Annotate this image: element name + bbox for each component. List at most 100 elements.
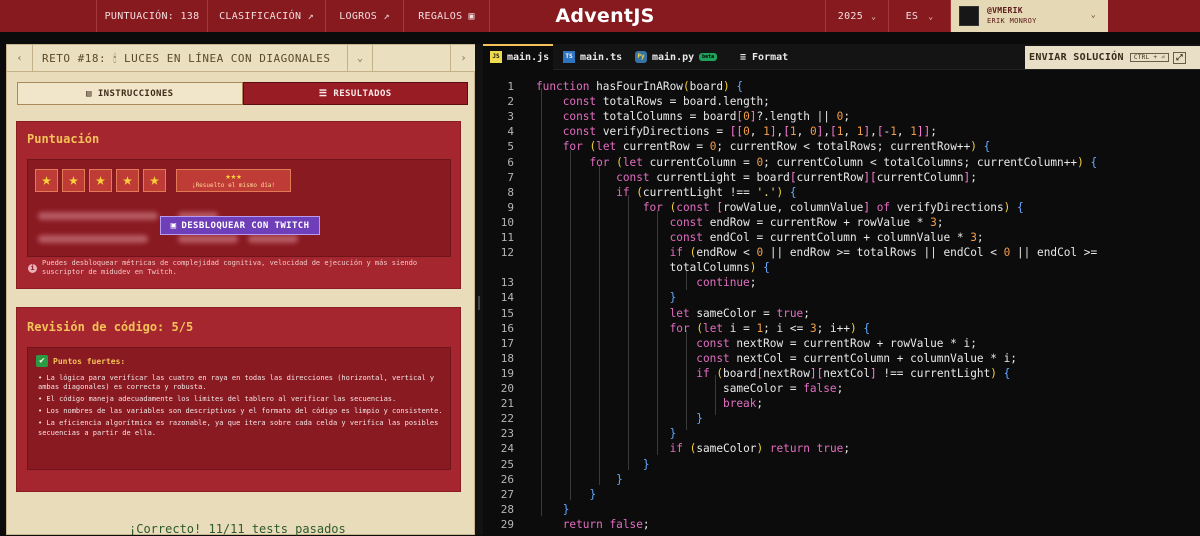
locked-metric [248,235,298,243]
code-line[interactable]: } [536,427,677,440]
tab-results-label: RESULTADOS [333,88,392,99]
document-icon: ▤ [86,88,92,99]
badge-label: ¡Resuelto el mismo día! [191,182,276,189]
line-number: 14 [500,291,514,305]
year-select[interactable]: 2025 ⌄ [825,0,889,32]
challenge-header: ‹ RETO #18: 🕯 LUCES EN LÍNEA CON DIAGONA… [7,45,476,72]
locked-metric [178,235,238,243]
code-line[interactable]: const endRow = currentRow + rowValue * 3… [536,216,944,229]
panel-splitter[interactable] [475,44,483,535]
line-number: 25 [500,457,514,471]
code-line[interactable]: if (currentLight !== '.') { [536,186,796,199]
code-line[interactable]: const nextCol = currentColumn + columnVa… [536,352,1017,365]
tab-instructions[interactable]: ▤ INSTRUCCIONES [17,82,243,105]
line-number: 19 [500,366,514,380]
code-line[interactable]: const nextRow = currentRow + rowValue * … [536,337,977,350]
keyboard-shortcut: CTRL + ⏎ [1129,53,1170,62]
tab-main-js[interactable]: JS main.js [490,44,549,70]
achievements-link[interactable]: LOGROS ↗ [326,0,404,32]
code-line[interactable]: if (sameColor) return true; [536,442,850,455]
star-icon: ★ [143,169,166,192]
language-select[interactable]: ES ⌄ [889,0,951,32]
score-link[interactable]: PUNTUACIÓN: 138 [96,0,208,32]
unlock-twitch-button[interactable]: ▣ DESBLOQUEAR CON TWITCH [160,216,320,235]
score-card: Puntuación ★ ★ ★ ★ ★ ★★★ ¡Resuelto el mi… [16,121,461,289]
same-day-badge: ★★★ ¡Resuelto el mismo día! [176,169,291,192]
gift-icon: ▣ [468,10,475,22]
tab-results[interactable]: ☰ RESULTADOS [242,82,468,105]
prev-challenge-button[interactable]: ‹ [7,45,33,72]
code-line[interactable]: } [536,412,703,425]
code-line[interactable]: break; [536,397,763,410]
code-editor: JS main.js TS main.ts Py main.py beta ≡ … [483,44,1200,535]
language-value: ES [905,10,919,22]
submit-solution-button[interactable]: ENVIAR SOLUCIÓN CTRL + ⏎ ⤢ [1025,46,1200,69]
code-line[interactable]: for (let i = 1; i <= 3; i++) { [536,322,871,335]
left-panel: ‹ RETO #18: 🕯 LUCES EN LÍNEA CON DIAGONA… [6,44,476,536]
code-line[interactable]: const currentLight = board[currentRow][c… [536,171,977,184]
list-item: • Los nombres de las variables son descr… [38,407,443,416]
username: @VMERIK [987,6,1023,15]
code-line[interactable]: } [536,488,596,501]
code-line[interactable]: } [536,473,623,486]
code-line[interactable]: } [536,503,570,516]
line-number: 5 [507,140,514,154]
challenge-title: RETO #18: 🕯 LUCES EN LÍNEA CON DIAGONALE… [42,52,331,65]
strengths-box: ✔ Puntos fuertes: • La lógica para verif… [27,347,451,470]
star-icon: ★ [62,169,85,192]
next-challenge-button[interactable]: › [450,45,476,72]
locked-metric [38,235,148,243]
code-line[interactable]: const endCol = currentColumn + columnVal… [536,231,984,244]
ranking-link[interactable]: CLASIFICACIÓN ↗ [208,0,326,32]
line-number: 6 [507,155,514,169]
info-icon: i [28,264,37,273]
list-item: • La lógica para verificar las cuatro en… [38,374,435,392]
code-line[interactable]: sameColor = false; [536,382,843,395]
code-line[interactable]: const totalRows = board.length; [536,95,770,108]
line-number: 3 [507,110,514,124]
tab-main-ts-label: main.ts [580,51,623,63]
code-line[interactable]: for (const [rowValue, columnValue] of ve… [536,201,1024,214]
tab-main-py-label: main.py [652,51,695,63]
javascript-icon: JS [490,51,502,63]
tab-main-js-label: main.js [507,51,550,63]
check-icon: ✔ [36,355,48,367]
format-button[interactable]: ≡ Format [740,44,788,70]
code-line[interactable]: if (board[nextRow][nextCol] !== currentL… [536,367,1010,380]
gifts-label: REGALOS [418,10,463,22]
list-check-icon: ☰ [318,88,328,99]
beta-badge: beta [699,53,718,61]
chevron-down-icon: ⌄ [928,11,934,21]
app-logo[interactable]: AdventJS [540,3,670,29]
code-line[interactable]: const totalColumns = board[0]?.length ||… [536,110,850,123]
typescript-icon: TS [563,51,575,63]
line-number: 20 [500,382,514,395]
chevron-down-icon: ⌄ [871,11,877,21]
code-line[interactable]: function hasFourInARow(board) { [536,80,743,93]
line-number: 1 [507,80,514,93]
user-menu[interactable]: @VMERIK ERIK MONROY ⌄ [951,0,1108,32]
line-number: 2 [507,95,514,109]
strengths-title: Puntos fuertes: [53,357,126,366]
gifts-link[interactable]: REGALOS ▣ [404,0,490,32]
line-number: 24 [500,442,514,456]
submit-label: ENVIAR SOLUCIÓN [1029,52,1124,63]
code-line[interactable]: for (let currentRow = 0; currentRow < to… [536,140,991,153]
code-line[interactable]: for (let currentColumn = 0; currentColum… [536,156,1097,169]
code-line[interactable]: return false; [536,518,650,531]
tab-main-ts[interactable]: TS main.ts [563,44,622,70]
line-number: 8 [507,185,514,199]
code-line[interactable]: continue; [536,276,756,289]
tab-main-py[interactable]: Py main.py beta [635,44,718,70]
code-line[interactable]: } [536,291,677,304]
top-bar: PUNTUACIÓN: 138 CLASIFICACIÓN ↗ LOGROS ↗… [0,0,1200,32]
code-line[interactable]: let sameColor = true; [536,307,810,320]
challenge-dropdown-button[interactable]: ⌄ [347,45,373,72]
code-line[interactable]: totalColumns) { [536,261,770,274]
line-number: 7 [507,170,514,184]
code-line[interactable]: if (endRow < 0 || endRow >= totalRows ||… [536,246,1098,259]
python-icon: Py [635,51,647,63]
code-line[interactable]: const verifyDirections = [[0, 1],[1, 0],… [536,125,937,138]
code-line[interactable]: } [536,458,650,471]
line-number: 11 [500,231,514,244]
